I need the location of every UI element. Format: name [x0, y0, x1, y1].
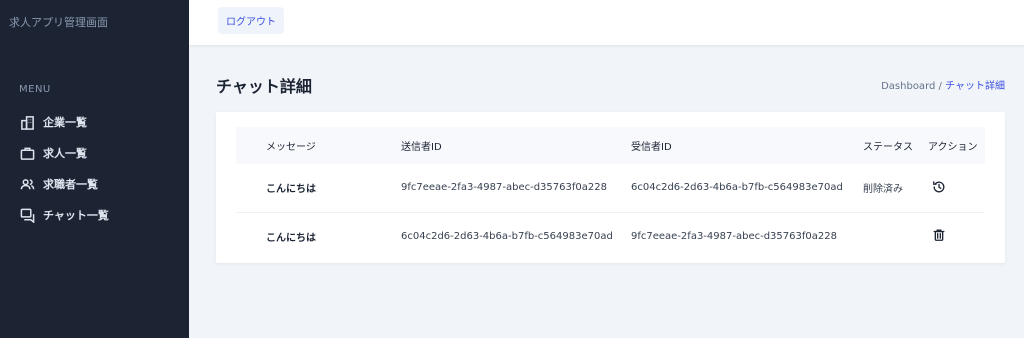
page-title: チャット詳細 [216, 77, 312, 96]
chat-icon [19, 207, 35, 223]
users-icon [19, 176, 35, 192]
top-header: ログアウト [189, 0, 1024, 45]
column-header-action: アクション [928, 142, 978, 153]
column-header-receiver: 受信者ID [631, 142, 672, 153]
cell-message: こんにちは [236, 211, 401, 260]
sidebar-item-jobs[interactable]: 求人一覧 [19, 143, 109, 163]
sidebar: 求人アプリ管理画面 MENU 企業一覧 求人一覧 求職者一覧 チャット一覧 [0, 0, 189, 338]
table-row: こんにちは 6c04c2d6-2d63-4b6a-b7fb-c564983e70… [236, 211, 985, 260]
column-header-sender: 送信者ID [401, 142, 442, 153]
cell-receiver-id: 6c04c2d6-2d63-4b6a-b7fb-c564983e70ad [631, 182, 843, 194]
app-title: 求人アプリ管理画面 [9, 16, 108, 29]
building-icon [19, 114, 35, 130]
breadcrumb-current: チャット詳細 [945, 81, 1005, 92]
table-row: こんにちは 9fc7eeae-2fa3-4987-abec-d35763f0a2… [236, 164, 985, 212]
chat-table-card: メッセージ 送信者ID 受信者ID ステータス アクション こんにちは 9fc7… [216, 112, 1005, 263]
breadcrumb: Dashboard / チャット詳細 [881, 77, 1005, 92]
sidebar-item-label: 企業一覧 [43, 116, 87, 129]
cell-sender-id: 9fc7eeae-2fa3-4987-abec-d35763f0a228 [401, 182, 607, 194]
cell-sender-id: 6c04c2d6-2d63-4b6a-b7fb-c564983e70ad [401, 211, 631, 260]
cell-status [863, 211, 928, 260]
trash-icon[interactable] [931, 227, 947, 243]
restore-icon[interactable] [931, 179, 947, 195]
sidebar-item-companies[interactable]: 企業一覧 [19, 112, 109, 132]
chat-table: メッセージ 送信者ID 受信者ID ステータス アクション こんにちは 9fc7… [236, 127, 985, 260]
sidebar-item-chats[interactable]: チャット一覧 [19, 205, 109, 225]
cell-action [928, 211, 985, 260]
briefcase-icon [19, 145, 35, 161]
table-header-row: メッセージ 送信者ID 受信者ID ステータス アクション [236, 127, 985, 164]
cell-action [928, 164, 985, 212]
logout-button[interactable]: ログアウト [218, 7, 284, 34]
column-header-status: ステータス [863, 142, 913, 153]
cell-message: こんにちは [266, 184, 316, 196]
sidebar-item-label: 求人一覧 [43, 147, 87, 160]
sidebar-item-label: チャット一覧 [43, 209, 109, 222]
sidebar-item-jobseekers[interactable]: 求職者一覧 [19, 174, 109, 194]
breadcrumb-link-dashboard[interactable]: Dashboard / [881, 81, 942, 92]
sidebar-nav: 企業一覧 求人一覧 求職者一覧 チャット一覧 [19, 112, 109, 236]
menu-heading: MENU [19, 84, 51, 95]
sidebar-item-label: 求職者一覧 [43, 178, 98, 191]
cell-status: 削除済み [863, 184, 903, 196]
cell-receiver-id: 9fc7eeae-2fa3-4987-abec-d35763f0a228 [631, 211, 863, 260]
column-header-message: メッセージ [266, 142, 316, 153]
